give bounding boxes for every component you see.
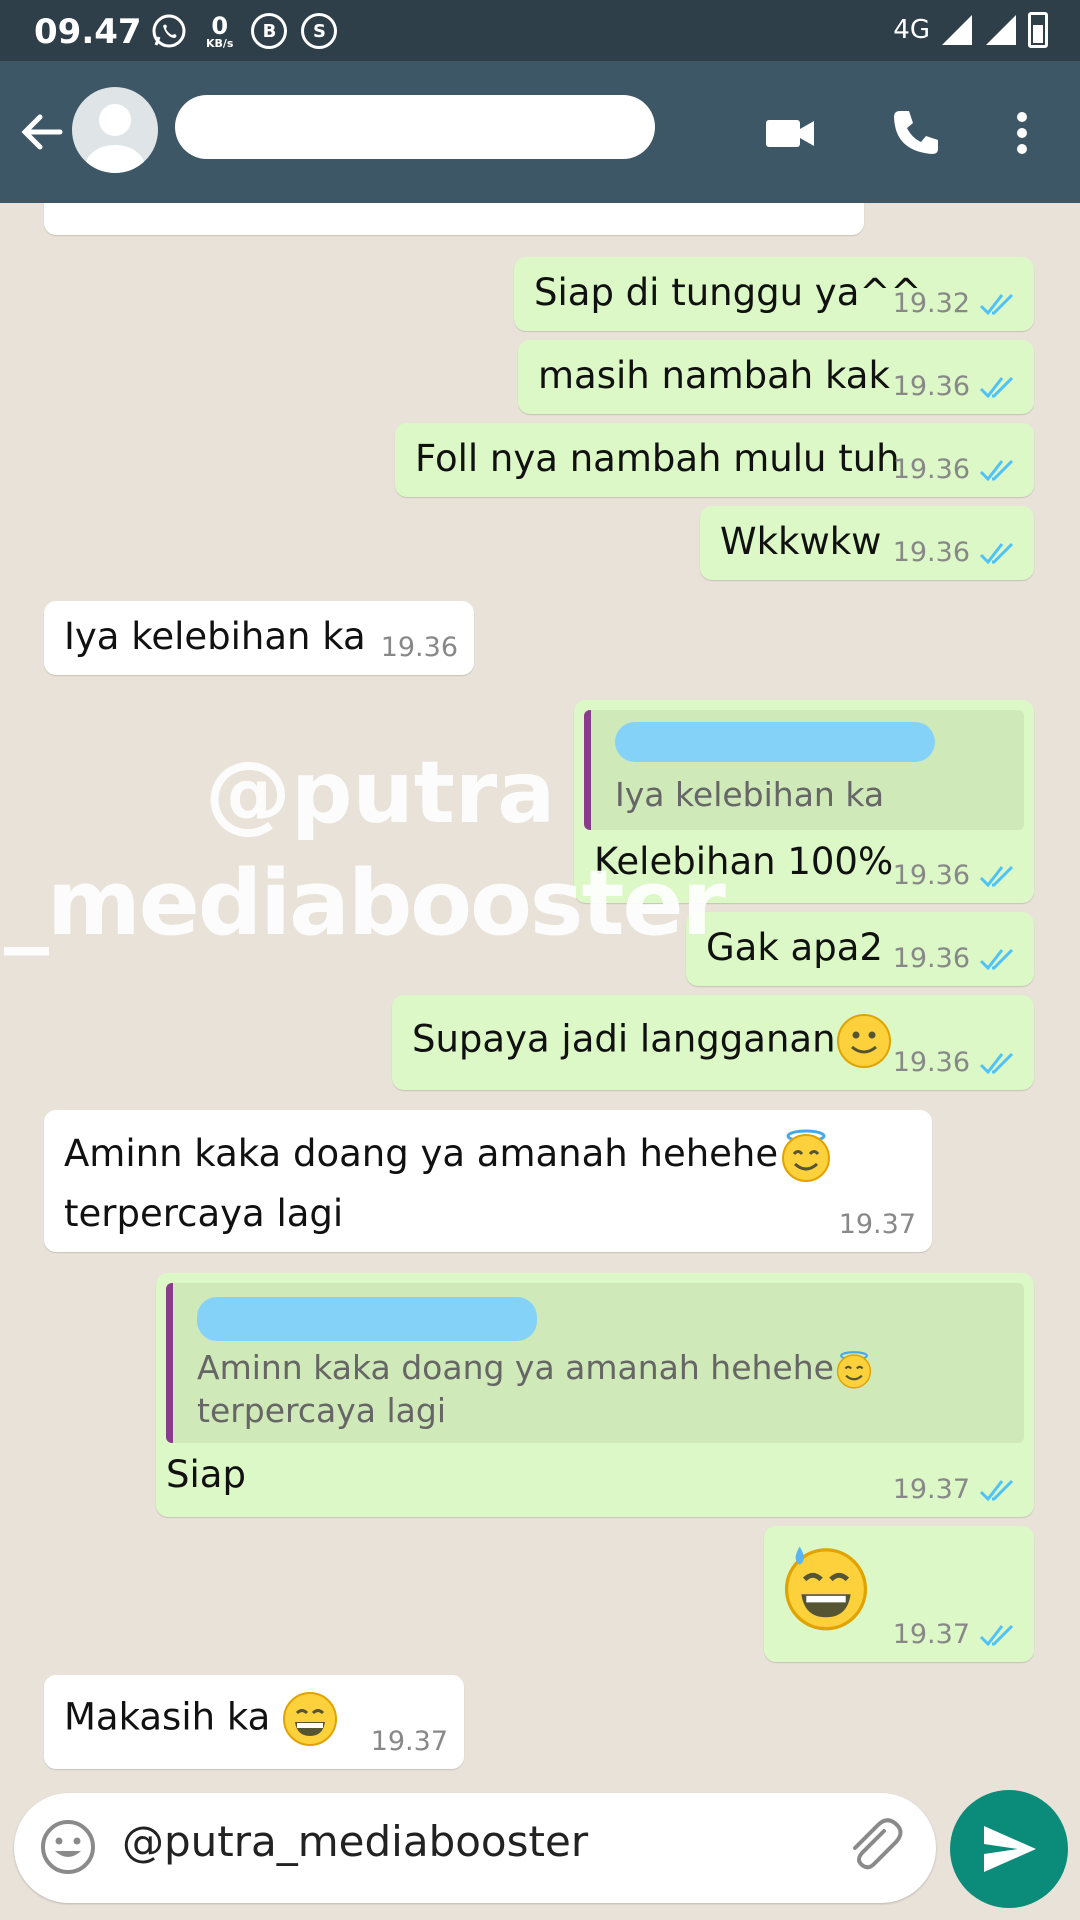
double-check-icon [979,376,1014,398]
message-time: 19.36 [892,454,970,485]
grinning-emoji [283,1692,338,1746]
message-time: 19.36 [892,943,970,974]
message-bubble-out[interactable]: masih nambah kak 19.36 [518,340,1034,414]
signal-icon [986,15,1016,45]
halo-smiling-emoji [782,1129,831,1182]
slightly-smiling-emoji [836,1014,891,1068]
double-check-icon [979,542,1014,564]
message-time: 19.36 [380,632,458,663]
whatsapp-notification-icon [152,14,186,48]
emoji-icon[interactable] [38,1817,98,1877]
message-time: 19.36 [892,371,970,402]
message-bubble-out[interactable]: Wkkwkw 19.36 [700,506,1034,580]
message-time: 19.37 [838,1209,916,1240]
network-speed: 0 KB/s [206,11,234,50]
double-check-icon [979,459,1014,481]
watermark-line2: _mediabooster [4,851,726,956]
status-bar: 09.47 0 KB/s B S 4G [0,0,1080,61]
message-bubble-in[interactable]: Iya kelebihan ka 19.36 [44,601,474,675]
double-check-icon [979,293,1014,315]
double-check-icon [979,865,1014,887]
chat-header [0,61,1080,203]
halo-smiling-emoji [836,1350,872,1389]
message-bubble-out[interactable]: Foll nya nambah mulu tuh 19.36 [395,423,1034,497]
paperclip-icon[interactable] [842,1815,906,1879]
message-time: 19.36 [892,537,970,568]
video-icon[interactable] [760,103,820,163]
message-time: 19.36 [892,1047,970,1078]
message-list[interactable]: Siap di tunggu ya^^ 19.32 masih nambah k… [0,203,1080,1785]
battery-icon [1028,12,1048,48]
double-check-icon [979,1052,1014,1074]
message-partial [44,203,864,235]
send-icon [984,1826,1036,1872]
clock: 09.47 [34,12,142,52]
more-vert-icon[interactable] [1000,103,1044,163]
double-check-icon [979,1479,1014,1501]
message-bubble-out[interactable]: Gak apa2 19.36 [686,912,1034,986]
network-type: 4G [893,15,930,45]
message-input[interactable] [122,1817,842,1866]
message-bubble-out[interactable]: Siap di tunggu ya^^ 19.32 [514,257,1034,331]
send-button[interactable] [950,1790,1068,1908]
watermark-line1: @putra [205,743,556,843]
message-composer [14,1793,936,1903]
arrow-left-icon[interactable] [16,106,68,158]
grinning-sweat-emoji [784,1546,868,1631]
message-time: 19.32 [892,288,970,319]
quoted-message[interactable]: Iya kelebihan ka [584,710,1024,830]
s-notification-icon: S [301,13,338,49]
avatar[interactable] [72,87,158,173]
contact-name-redacted[interactable] [175,95,655,159]
message-bubble-in[interactable]: Aminn kaka doang ya amanah hehehe terperc… [44,1110,932,1252]
double-check-icon [979,948,1014,970]
message-time: 19.37 [892,1474,970,1505]
quoted-sender-redacted [615,722,935,762]
signal-icon [942,15,972,45]
quoted-message[interactable]: Aminn kaka doang ya amanah hehehe terperc… [166,1283,1024,1443]
message-bubble-out[interactable]: Supaya jadi langganan 19.36 [392,995,1034,1090]
message-time: 19.37 [892,1619,970,1650]
quoted-sender-redacted [197,1297,537,1341]
message-bubble-in[interactable]: Makasih ka 19.37 [44,1675,464,1769]
b-notification-icon: B [251,13,288,49]
double-check-icon [979,1624,1014,1646]
message-time: 19.37 [370,1726,448,1757]
message-bubble-out-emoji[interactable]: 19.37 [764,1526,1034,1662]
phone-icon[interactable] [886,103,946,163]
message-time: 19.36 [892,860,970,891]
message-bubble-out-reply[interactable]: Aminn kaka doang ya amanah hehehe terperc… [156,1273,1034,1517]
